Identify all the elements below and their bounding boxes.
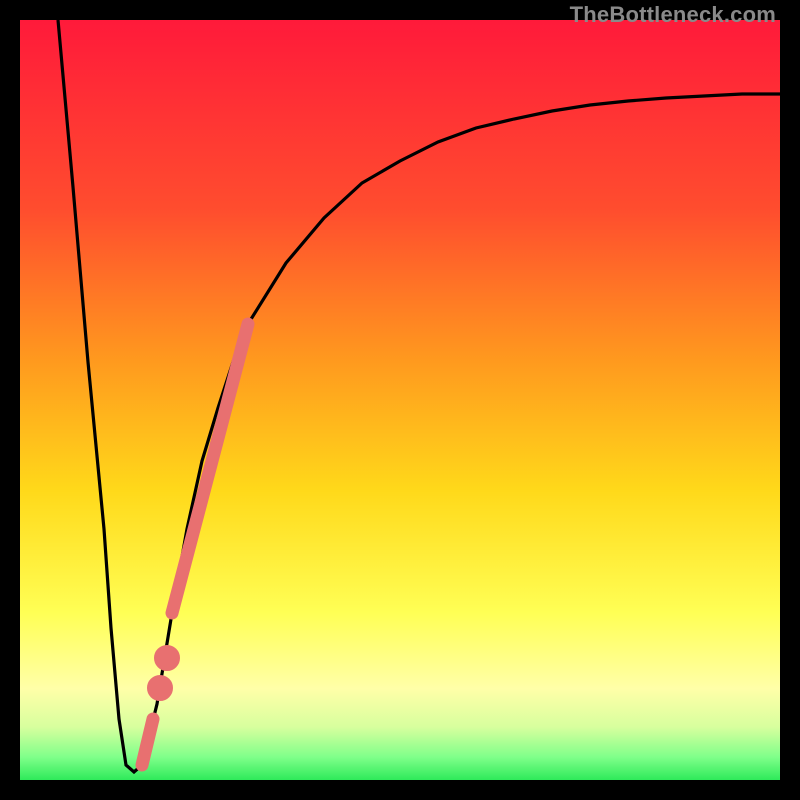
- watermark-text: TheBottleneck.com: [570, 2, 776, 28]
- gradient-background: [20, 20, 780, 780]
- chart-frame: [20, 20, 780, 780]
- chart-svg: [20, 20, 780, 780]
